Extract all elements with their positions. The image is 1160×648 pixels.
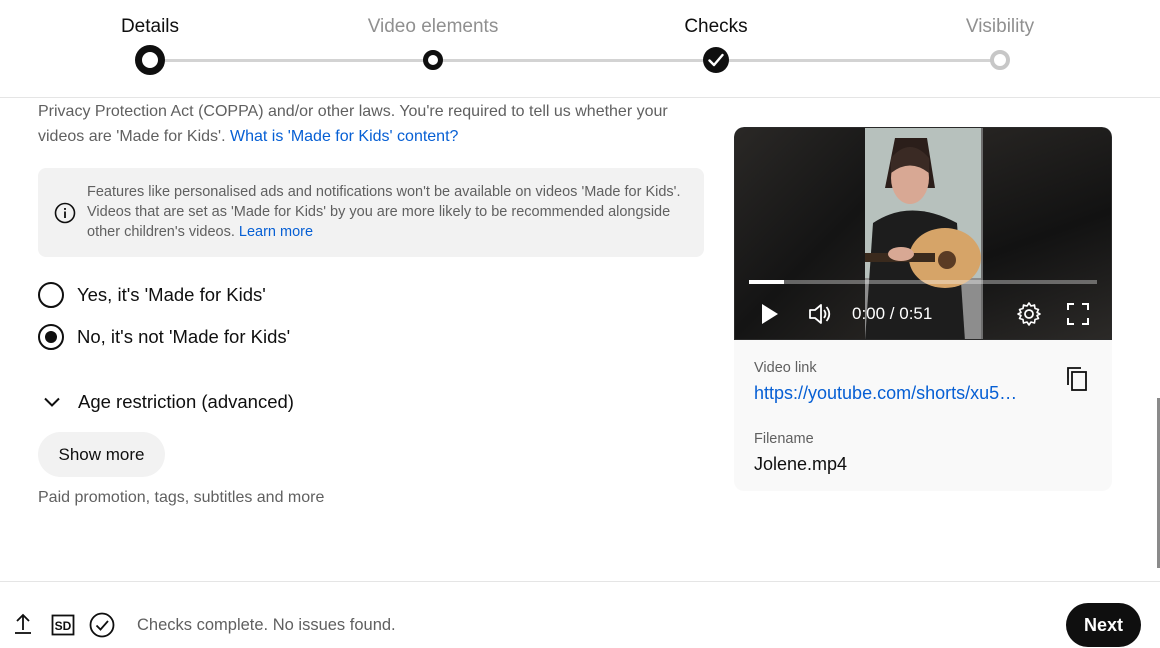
- radio-no-made-for-kids[interactable]: No, it's not 'Made for Kids': [38, 324, 290, 350]
- radio-yes-label: Yes, it's 'Made for Kids': [77, 284, 266, 305]
- step-visibility-dot: [990, 50, 1010, 70]
- video-progress-fill: [749, 280, 784, 284]
- check-icon: [703, 47, 729, 73]
- next-button[interactable]: Next: [1066, 603, 1141, 647]
- show-more-button[interactable]: Show more: [38, 432, 165, 477]
- notice-text: Features like personalised ads and notif…: [87, 182, 687, 242]
- radio-button-no[interactable]: [38, 324, 64, 350]
- age-restriction-label: Age restriction (advanced): [78, 391, 294, 412]
- video-frame-right: [983, 128, 1111, 339]
- made-for-kids-notice: Features like personalised ads and notif…: [38, 168, 704, 257]
- chevron-down-icon: [38, 388, 66, 416]
- video-progress-bar[interactable]: [749, 280, 1097, 284]
- volume-icon[interactable]: [806, 300, 834, 333]
- video-time-readout: 0:00 / 0:51: [852, 304, 933, 323]
- filename-label: Filename: [754, 431, 814, 447]
- radio-yes-made-for-kids[interactable]: Yes, it's 'Made for Kids': [38, 282, 266, 308]
- step-checks[interactable]: Checks: [626, 0, 806, 73]
- play-icon[interactable]: [757, 300, 781, 333]
- stepper-track: [150, 59, 1000, 62]
- sd-badge-text: SD: [55, 619, 72, 633]
- checks-status-text: Checks complete. No issues found.: [137, 616, 396, 634]
- info-icon: [54, 202, 76, 229]
- gear-icon[interactable]: [1015, 300, 1043, 333]
- step-video-elements-dot: [423, 50, 443, 70]
- video-frame-left: [735, 128, 865, 339]
- step-checks-label: Checks: [684, 16, 748, 37]
- step-visibility[interactable]: Visibility: [910, 0, 1090, 70]
- upload-stepper: Details Video elements Checks Visibility: [0, 0, 1160, 98]
- sd-quality-icon[interactable]: SD: [51, 614, 75, 641]
- notice-body: Features like personalised ads and notif…: [87, 184, 681, 240]
- checks-complete-icon[interactable]: [89, 612, 115, 643]
- filename-value: Jolene.mp4: [754, 454, 848, 474]
- step-video-elements-label: Video elements: [367, 16, 499, 37]
- upload-icon[interactable]: [12, 612, 34, 641]
- fullscreen-icon[interactable]: [1065, 300, 1091, 333]
- step-video-elements[interactable]: Video elements: [343, 0, 523, 70]
- show-more-hint: Paid promotion, tags, subtitles and more: [38, 489, 325, 506]
- learn-more-link[interactable]: Learn more: [239, 224, 313, 240]
- video-player[interactable]: 0:00 / 0:51: [734, 127, 1112, 340]
- video-preview-card: 0:00 / 0:51 Video link https://youtube.c…: [734, 127, 1112, 491]
- age-restriction-toggle[interactable]: Age restriction (advanced): [38, 388, 294, 416]
- step-visibility-label: Visibility: [965, 16, 1035, 37]
- copy-icon[interactable]: [1065, 365, 1089, 398]
- video-link-label: Video link: [754, 360, 817, 376]
- video-link[interactable]: https://youtube.com/shorts/xu5…: [754, 383, 1039, 404]
- audience-intro: Privacy Protection Act (COPPA) and/or ot…: [38, 99, 698, 149]
- made-for-kids-info-link[interactable]: What is 'Made for Kids' content?: [230, 128, 458, 145]
- step-details[interactable]: Details: [60, 0, 240, 75]
- upload-footer: SD Checks complete. No issues found. Nex…: [0, 581, 1160, 648]
- step-details-dot: [135, 45, 165, 75]
- radio-button-yes[interactable]: [38, 282, 64, 308]
- step-details-label: Details: [120, 16, 180, 37]
- radio-no-label: No, it's not 'Made for Kids': [77, 326, 291, 347]
